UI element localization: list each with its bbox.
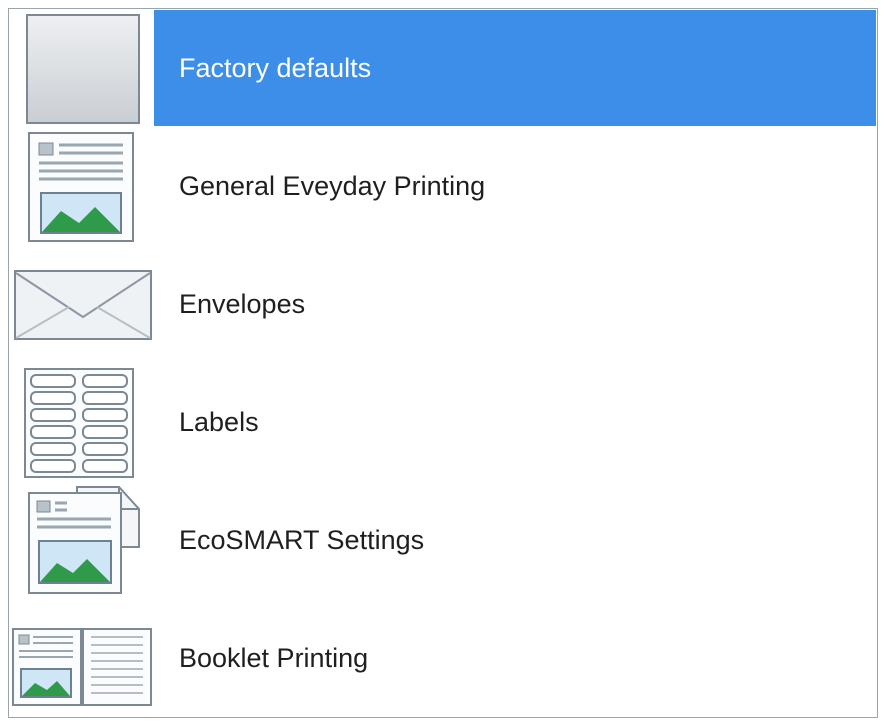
envelope-icon [14,270,152,340]
print-profile-list: Factory defaults General Eveyday Printin… [8,8,878,718]
profile-item-envelopes[interactable]: Envelopes [9,245,877,363]
blank-page-icon [26,14,140,124]
profile-label: EcoSMART Settings [179,525,425,555]
profile-label: Factory defaults [179,53,372,83]
profile-item-booklet-printing[interactable]: Booklet Printing [9,599,877,717]
profile-item-general-everyday-printing[interactable]: General Eveyday Printing [9,127,877,245]
eco-pages-icon [28,486,140,594]
profile-item-labels[interactable]: Labels [9,363,877,481]
profile-item-ecosmart-settings[interactable]: EcoSMART Settings [9,481,877,599]
profile-label: General Eveyday Printing [179,171,486,201]
profile-item-factory-defaults[interactable]: Factory defaults [9,9,877,127]
profile-label: Envelopes [179,289,306,319]
profile-label: Booklet Printing [179,643,369,673]
profile-label: Labels [179,407,259,437]
page-with-image-icon [28,132,134,242]
labels-sheet-icon [24,368,134,478]
booklet-icon [12,628,152,706]
